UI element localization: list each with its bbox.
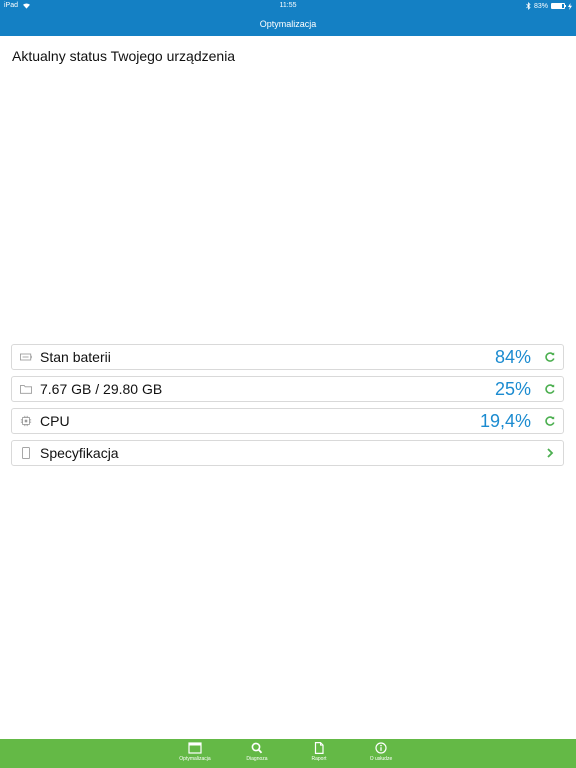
status-bar: iPad 11:55 83% xyxy=(0,0,576,12)
device-icon xyxy=(22,447,30,459)
bluetooth-icon xyxy=(526,2,531,10)
row-battery-status[interactable]: Stan baterii 84% xyxy=(11,344,564,370)
tab-diagnoza[interactable]: Diagnoza xyxy=(227,742,287,762)
refresh-icon[interactable] xyxy=(543,350,557,364)
battery-indicator-icon xyxy=(551,3,566,9)
chevron-right-icon[interactable] xyxy=(543,446,557,460)
battery-percent: 83% xyxy=(533,2,548,10)
page-heading: Aktualny status Twojego urządzenia xyxy=(12,48,236,64)
refresh-icon[interactable] xyxy=(543,382,557,396)
tab-o-usludze[interactable]: O usłudze xyxy=(351,742,411,762)
row-value: 25% xyxy=(494,379,531,399)
charging-icon xyxy=(568,2,572,10)
row-specification[interactable]: Specyfikacja xyxy=(11,440,564,466)
row-label: Stan baterii xyxy=(40,349,111,365)
tab-bar: Optymalizacja Diagnoza Raport O usłudze xyxy=(0,739,576,768)
refresh-icon[interactable] xyxy=(543,414,557,428)
tab-label: Raport xyxy=(311,756,327,762)
tab-label: O usłudze xyxy=(369,756,393,762)
battery-icon xyxy=(20,353,32,361)
cpu-icon xyxy=(20,415,32,427)
tab-label: Optymalizacja xyxy=(179,756,211,762)
status-time: 11:55 xyxy=(279,2,297,9)
tab-raport[interactable]: Raport xyxy=(289,742,349,762)
row-value: 19,4% xyxy=(479,411,531,431)
document-icon xyxy=(314,742,324,754)
nav-title: Optymalizacja xyxy=(259,19,317,29)
row-label: Specyfikacja xyxy=(40,445,119,461)
row-label: CPU xyxy=(40,413,70,429)
row-label: 7.67 GB / 29.80 GB xyxy=(40,381,163,397)
row-cpu[interactable]: CPU 19,4% xyxy=(11,408,564,434)
tab-optymalizacja[interactable]: Optymalizacja xyxy=(165,742,225,762)
status-bar-right: 83% xyxy=(526,2,572,10)
row-value: 84% xyxy=(494,347,531,367)
info-icon xyxy=(375,742,387,754)
nav-bar: Optymalizacja xyxy=(0,12,576,36)
search-icon xyxy=(251,742,263,754)
window-icon xyxy=(188,742,202,754)
row-storage[interactable]: 7.67 GB / 29.80 GB 25% xyxy=(11,376,564,402)
tab-label: Diagnoza xyxy=(246,756,268,762)
battery-fill xyxy=(552,4,562,8)
folder-icon xyxy=(20,385,32,394)
